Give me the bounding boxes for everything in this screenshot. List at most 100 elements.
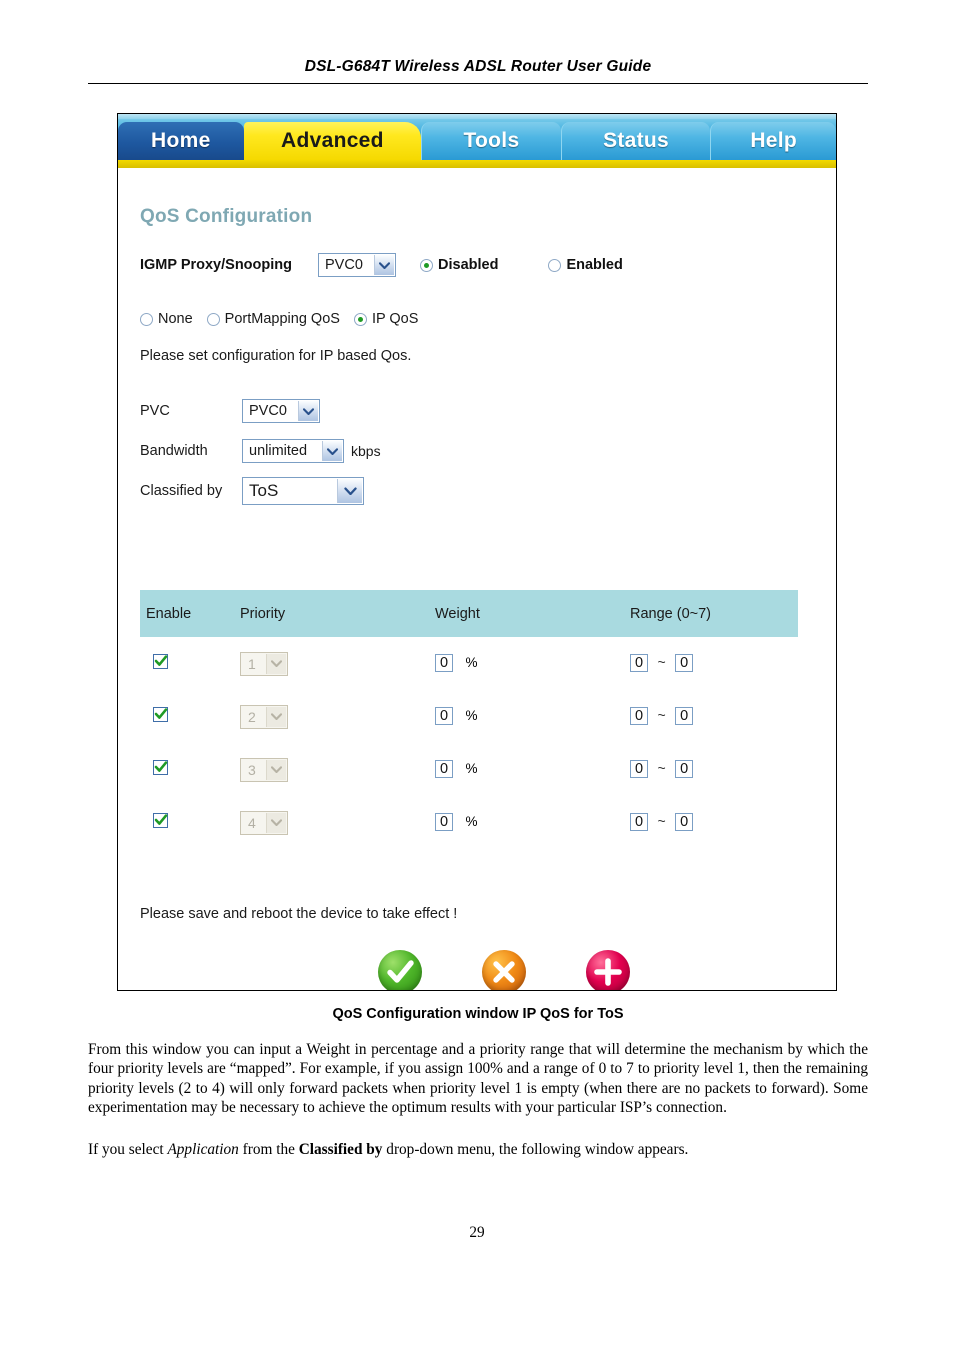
nav-tab-status[interactable]: Status — [560, 122, 711, 160]
range-from-input[interactable]: 0 — [630, 707, 649, 725]
help-button[interactable]: Help — [574, 950, 642, 990]
bandwidth-unit: kbps — [351, 443, 381, 459]
nav-tab-home[interactable]: Home — [118, 122, 244, 160]
range-cell: 0 ~ 0 — [630, 758, 798, 781]
priority-cell: 1 — [240, 651, 435, 676]
enable-checkbox[interactable] — [153, 759, 168, 775]
qos-configuration-panel: QoS Configuration IGMP Proxy/Snooping PV… — [118, 168, 836, 990]
qos-mode-portmapping[interactable]: PortMapping QoS — [206, 311, 340, 327]
table-header-row: Enable Priority Weight Range (0~7) — [140, 590, 798, 637]
radio-icon-selected — [353, 312, 367, 326]
check-icon — [154, 813, 168, 825]
apply-button[interactable]: Apply — [366, 950, 434, 990]
page-title: QoS Configuration — [140, 206, 313, 227]
qos-mode-ipqos[interactable]: IP QoS — [353, 311, 419, 327]
priority-select: 3 — [240, 757, 288, 782]
weight-cell: 0 % — [435, 811, 630, 834]
table-row: 4 0 % 0 ~ 0 — [140, 796, 798, 849]
nav-tab-tools[interactable]: Tools — [421, 122, 561, 160]
priority-value: 1 — [248, 655, 256, 672]
cancel-button[interactable]: Cancel — [470, 950, 538, 990]
plus-circle-icon — [586, 950, 630, 990]
radio-icon-selected — [420, 258, 433, 272]
igmp-radio-enabled[interactable]: Enabled — [548, 257, 623, 273]
enable-checkbox[interactable] — [153, 653, 168, 669]
range-from-input[interactable]: 0 — [630, 654, 649, 672]
nav-underline-bar — [118, 160, 836, 168]
bandwidth-select[interactable]: unlimited — [242, 439, 344, 463]
qos-mode-none-label: None — [158, 311, 193, 327]
chevron-down-icon — [266, 812, 286, 833]
chevron-down-icon — [298, 401, 318, 421]
weight-cell: 0 % — [435, 652, 630, 675]
nav-tab-bar: Home Advanced Tools Status Help — [118, 114, 836, 160]
check-icon — [154, 760, 168, 772]
range-from-input[interactable]: 0 — [630, 813, 649, 831]
priority-value: 4 — [248, 814, 256, 831]
header-divider — [88, 83, 868, 84]
weight-cell: 0 % — [435, 758, 630, 781]
body-paragraph-2: If you select Application from the Class… — [88, 1140, 868, 1159]
enable-checkbox[interactable] — [153, 812, 168, 828]
paragraph-2-bold: Classified by — [298, 1141, 383, 1158]
igmp-enabled-label: Enabled — [566, 257, 623, 273]
priority-value: 2 — [248, 708, 256, 725]
running-header: DSL-G684T Wireless ADSL Router User Guid… — [304, 58, 652, 75]
igmp-pvc-select[interactable]: PVC0 — [318, 253, 396, 277]
save-reboot-note: Please save and reboot the device to tak… — [140, 906, 458, 922]
weight-input[interactable]: 0 — [435, 654, 454, 672]
body-paragraph-1: From this window you can input a Weight … — [88, 1041, 868, 1117]
nav-tab-advanced[interactable]: Advanced — [243, 122, 422, 160]
priority-table: Enable Priority Weight Range (0~7) 1 0 %… — [140, 590, 798, 849]
chevron-down-icon — [266, 759, 286, 780]
paragraph-2-part-1: If you select — [88, 1141, 168, 1158]
column-header-priority: Priority — [240, 605, 286, 622]
paragraph-2-part-2: from the — [238, 1141, 299, 1158]
enable-checkbox[interactable] — [153, 706, 168, 722]
chevron-down-icon — [322, 441, 342, 461]
weight-input[interactable]: 0 — [435, 760, 454, 778]
radio-icon-unselected — [548, 258, 562, 272]
range-to-input[interactable]: 0 — [675, 707, 694, 725]
weight-cell: 0 % — [435, 705, 630, 728]
range-separator: ~ — [657, 707, 666, 723]
qos-mode-ipqos-label: IP QoS — [371, 311, 419, 327]
check-icon — [154, 707, 168, 719]
percent-symbol: % — [465, 655, 478, 670]
bandwidth-label: Bandwidth — [140, 443, 208, 459]
range-to-input[interactable]: 0 — [675, 654, 694, 672]
range-from-input[interactable]: 0 — [630, 760, 649, 778]
nav-tab-help[interactable]: Help — [710, 122, 836, 160]
range-to-input[interactable]: 0 — [675, 760, 694, 778]
table-row: 3 0 % 0 ~ 0 — [140, 743, 798, 796]
weight-input[interactable]: 0 — [435, 813, 454, 831]
range-to-input[interactable]: 0 — [675, 813, 694, 831]
router-ui-screenshot: Home Advanced Tools Status Help QoS Conf… — [117, 113, 837, 991]
check-icon — [154, 654, 168, 666]
range-cell: 0 ~ 0 — [630, 705, 798, 728]
igmp-disabled-label: Disabled — [438, 257, 499, 273]
pvc-select[interactable]: PVC0 — [242, 399, 320, 423]
paragraph-2-italic: Application — [167, 1141, 239, 1158]
page-number: 29 — [469, 1224, 485, 1241]
enable-cell — [140, 812, 240, 833]
classified-by-row: Classified by ToS — [140, 471, 560, 511]
qos-mode-none[interactable]: None — [140, 311, 193, 327]
enable-cell — [140, 706, 240, 727]
priority-select: 2 — [240, 704, 288, 729]
percent-symbol: % — [465, 708, 478, 723]
bandwidth-row: Bandwidth unlimited kbps — [140, 431, 560, 471]
action-button-group: Apply Cancel Help — [366, 950, 642, 990]
check-circle-icon — [378, 950, 422, 990]
priority-cell: 2 — [240, 704, 435, 729]
percent-symbol: % — [465, 814, 478, 829]
classified-by-select[interactable]: ToS — [242, 477, 364, 505]
table-row: 2 0 % 0 ~ 0 — [140, 690, 798, 743]
qos-form-fields: PVC PVC0 Bandwidth unlimited kbps Classi… — [140, 391, 560, 511]
paragraph-2-part-3: drop-down menu, the following window app… — [382, 1141, 689, 1158]
qos-mode-radio-group: None PortMapping QoS IP QoS — [140, 311, 418, 327]
igmp-radio-disabled[interactable]: Disabled — [420, 257, 498, 273]
qos-mode-portmapping-label: PortMapping QoS — [224, 311, 340, 327]
weight-input[interactable]: 0 — [435, 707, 454, 725]
range-cell: 0 ~ 0 — [630, 652, 798, 675]
